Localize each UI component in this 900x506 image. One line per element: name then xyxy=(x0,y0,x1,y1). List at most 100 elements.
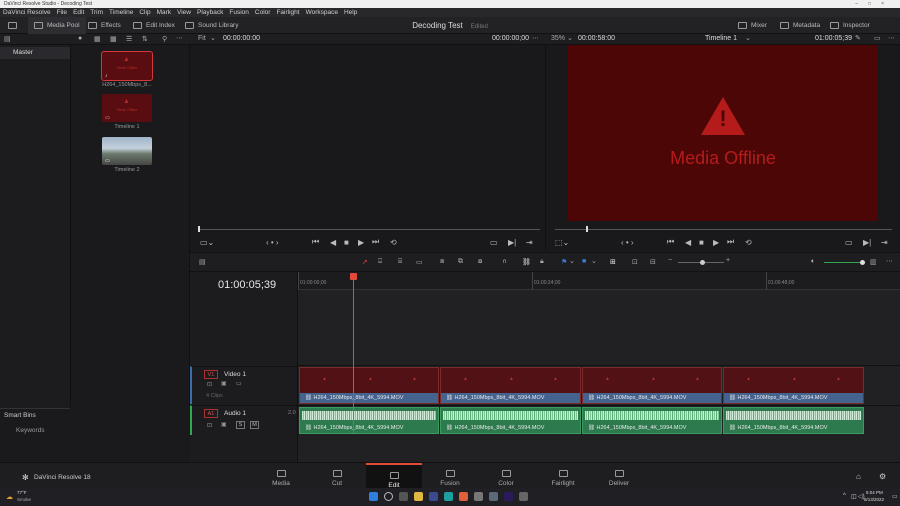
effects-button[interactable]: Effects xyxy=(88,17,121,34)
selection-tool-icon[interactable]: ➚ xyxy=(362,258,368,266)
more-icon[interactable]: ⋯ xyxy=(886,257,893,265)
menu-workspace[interactable]: Workspace xyxy=(306,9,338,16)
timeline-scrubber[interactable] xyxy=(555,229,892,230)
viewer-mode-icon[interactable]: ▭ xyxy=(874,34,881,42)
play-reverse-icon[interactable]: ◀ xyxy=(330,238,336,247)
place-on-top-icon[interactable]: ⧇ xyxy=(478,258,482,266)
zoom-dropdown[interactable]: 35% xyxy=(551,35,565,42)
app-icon[interactable] xyxy=(489,492,498,501)
zoom-custom-icon[interactable]: ⊟ xyxy=(650,258,656,266)
tray-chevron-icon[interactable]: ^ xyxy=(843,493,846,499)
page-tab-deliver[interactable]: Deliver xyxy=(591,463,647,489)
go-to-end-icon[interactable]: ⏭ xyxy=(372,237,379,247)
sound-library-button[interactable]: Sound Library xyxy=(185,17,238,34)
more-icon[interactable]: ⋯ xyxy=(176,34,183,42)
video-clip[interactable]: ▲ ▲ ▲ ⛓ H264_150Mbps_8bit_4K_5994.MOV xyxy=(582,367,722,404)
go-to-start-icon[interactable]: ⏮ xyxy=(312,237,319,247)
audio-track-id[interactable]: A1 xyxy=(204,409,218,418)
video-clip[interactable]: ▲ ▲ ▲ ⛓ H264_150Mbps_8bit_4K_5994.MOV xyxy=(299,367,439,404)
sort-icon[interactable]: ⇅ xyxy=(142,35,148,43)
menu-edit[interactable]: Edit xyxy=(73,9,84,16)
replace-clip-icon[interactable]: ⧉ xyxy=(458,258,463,266)
play-reverse-icon[interactable]: ◀ xyxy=(685,238,691,247)
stop-icon[interactable]: ■ xyxy=(344,238,349,247)
mark-in-icon[interactable]: ▶| xyxy=(508,238,516,247)
mark-out-icon[interactable]: ⇥ xyxy=(526,238,533,247)
menu-mark[interactable]: Mark xyxy=(157,9,171,16)
audio-clip[interactable]: ⛓ H264_150Mbps_8bit_4K_5994.MOV xyxy=(440,407,581,434)
teams-icon[interactable] xyxy=(429,492,438,501)
search-icon[interactable] xyxy=(384,492,393,501)
timeline-ruler[interactable]: 01:00:00;00 01:00:24;00 01:00:48;00 xyxy=(298,272,900,290)
solo-button[interactable]: S xyxy=(236,421,245,429)
video-track-name[interactable]: Video 1 xyxy=(224,371,246,378)
clock-time[interactable]: 5:04 PM xyxy=(866,490,883,495)
flag-icon[interactable]: ⚑ xyxy=(561,258,567,266)
start-button[interactable] xyxy=(369,492,378,501)
playhead[interactable] xyxy=(353,276,354,434)
task-view-icon[interactable] xyxy=(399,492,408,501)
menu-help[interactable]: Help xyxy=(344,9,357,16)
mixer-button[interactable]: Mixer xyxy=(738,17,767,34)
video-clip[interactable]: ▲ ▲ ▲ ⛓ H264_150Mbps_8bit_4K_5994.MOV xyxy=(723,367,864,404)
match-frame-icon[interactable]: ▭ xyxy=(490,238,498,247)
network-icon[interactable]: ◫ xyxy=(851,493,857,500)
sidebar-toggle-icon[interactable]: ▤ xyxy=(4,35,11,43)
audio-track-name[interactable]: Audio 1 xyxy=(224,410,246,417)
gear-icon[interactable]: ⚙ xyxy=(879,472,886,481)
play-icon[interactable]: ▶ xyxy=(713,238,719,247)
volume-slider[interactable] xyxy=(824,262,864,263)
file-explorer-icon[interactable] xyxy=(414,492,423,501)
zoom-full-icon[interactable]: ⊞ xyxy=(610,258,616,266)
audio-clip[interactable]: ⛓ H264_150Mbps_8bit_4K_5994.MOV xyxy=(723,407,864,434)
auto-select-icon[interactable]: ▣ xyxy=(221,380,227,387)
zoom-in-icon[interactable]: + xyxy=(726,257,730,264)
match-frame-icon[interactable]: ▭ xyxy=(845,238,853,247)
video-track-id[interactable]: V1 xyxy=(204,370,218,379)
jog-icon[interactable]: ‹ • › xyxy=(621,238,634,247)
speaker-icon[interactable]: 🔈︎ xyxy=(811,258,815,266)
page-tab-fusion[interactable]: Fusion xyxy=(422,463,478,489)
smart-bin-keywords[interactable]: Keywords xyxy=(16,427,45,434)
track-enable-icon[interactable]: ▭ xyxy=(236,380,242,387)
linked-selection-icon[interactable]: ⛓ xyxy=(522,258,531,266)
media-clip-thumbnail[interactable]: ▲ Media Offline ♪ xyxy=(101,51,153,81)
list-view-icon[interactable]: ☰ xyxy=(126,35,132,43)
inspector-button[interactable]: Inspector xyxy=(830,17,870,34)
chevron-down-icon[interactable]: ⌄ xyxy=(210,34,216,42)
insert-clip-icon[interactable]: ▭ xyxy=(416,258,423,266)
mark-out-icon[interactable]: ⇥ xyxy=(881,238,888,247)
source-scrubber-handle[interactable] xyxy=(198,226,200,232)
stop-icon[interactable]: ■ xyxy=(699,238,704,247)
timeline-name-dropdown[interactable]: Timeline 1 xyxy=(705,35,737,42)
volume-slider-handle[interactable] xyxy=(860,260,865,265)
timeline-1-thumbnail[interactable]: ▲ Media Offline ▭ xyxy=(102,94,152,122)
video-clip[interactable]: ▲ ▲ ▲ ⛓ H264_150Mbps_8bit_4K_5994.MOV xyxy=(440,367,581,404)
lock-icon[interactable]: ⊡ xyxy=(207,381,212,388)
chevron-down-icon[interactable]: ⌄ xyxy=(567,34,573,42)
more-icon[interactable]: ⋯ xyxy=(888,34,895,42)
weather-desc[interactable]: Smoke xyxy=(17,497,31,502)
audio-clip[interactable]: ⛓ H264_150Mbps_8bit_4K_5994.MOV xyxy=(299,407,439,434)
page-tab-edit[interactable]: Edit xyxy=(366,463,422,489)
page-tab-fairlight[interactable]: Fairlight xyxy=(535,463,591,489)
source-viewer[interactable] xyxy=(190,45,545,250)
more-icon[interactable]: ⋯ xyxy=(532,34,539,42)
menu-trim[interactable]: Trim xyxy=(90,9,103,16)
trim-tool-icon[interactable]: ⌹ xyxy=(378,258,382,266)
menu-file[interactable]: File xyxy=(57,9,67,16)
jog-icon[interactable]: ‹ • › xyxy=(266,238,279,247)
chrome-icon[interactable] xyxy=(459,492,468,501)
media-pool-button[interactable]: Media Pool xyxy=(28,17,86,34)
viewer-options-icon[interactable]: ▭⌄ xyxy=(200,238,214,247)
menu-playback[interactable]: Playback xyxy=(197,9,223,16)
zoom-out-icon[interactable]: − xyxy=(668,257,672,264)
menu-view[interactable]: View xyxy=(177,9,191,16)
fit-dropdown[interactable]: Fit xyxy=(198,35,206,42)
metadata-button[interactable]: Metadata xyxy=(780,17,820,34)
notification-icon[interactable]: ▭ xyxy=(892,493,898,500)
snapping-icon[interactable]: ∩ xyxy=(502,258,507,265)
menu-timeline[interactable]: Timeline xyxy=(109,9,133,16)
premiere-icon[interactable] xyxy=(504,492,513,501)
loop-icon[interactable]: ⟲ xyxy=(745,238,752,247)
